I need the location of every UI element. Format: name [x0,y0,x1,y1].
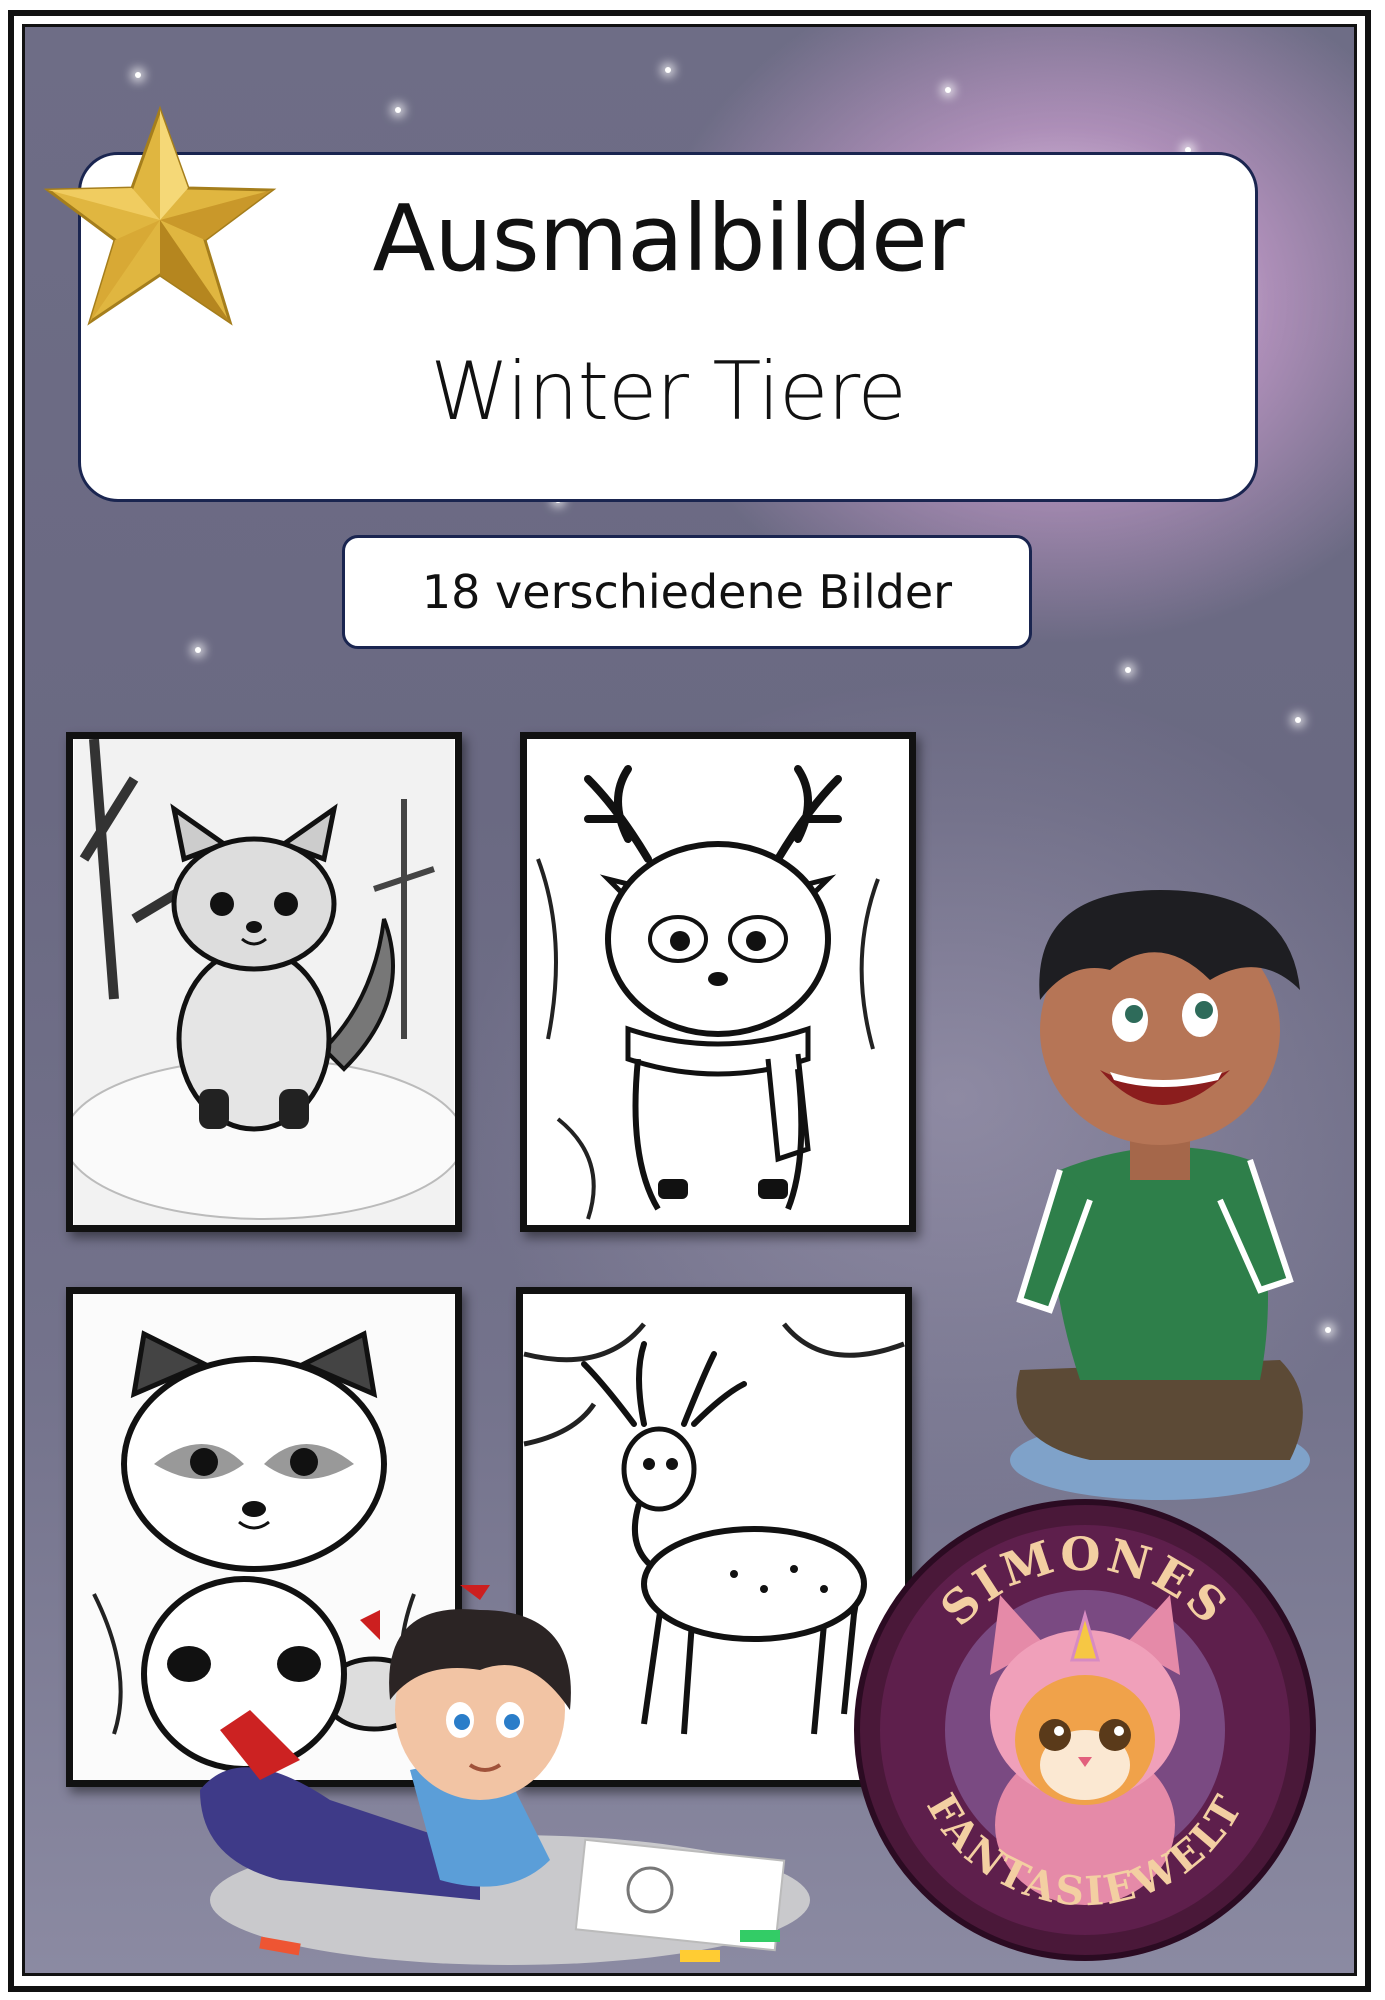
fox-illustration [73,739,455,1225]
preview-card-fox [66,732,462,1232]
girl-illustration [200,1585,810,1965]
gold-star-icon [43,105,277,326]
preview-card-reindeer [520,732,916,1232]
sparkle [135,72,141,78]
sparkle [395,107,401,113]
sparkle [945,87,951,93]
cover-page: Ausmalbilder Winter Tiere 18 verschieden… [0,0,1385,2000]
brand-badge-logo: SIMONES FANTASIEWELT [854,1499,1316,1961]
reindeer-illustration [528,739,908,1225]
sparkle [1125,667,1131,673]
sparkle [665,67,671,73]
sparkle [1325,1327,1331,1333]
page-subtitle: Winter Tiere [430,345,906,438]
boy-illustration [1010,890,1310,1500]
sparkle [1295,717,1301,723]
image-count-label: 18 verschiedene Bilder [342,535,1032,649]
sparkle [195,647,201,653]
